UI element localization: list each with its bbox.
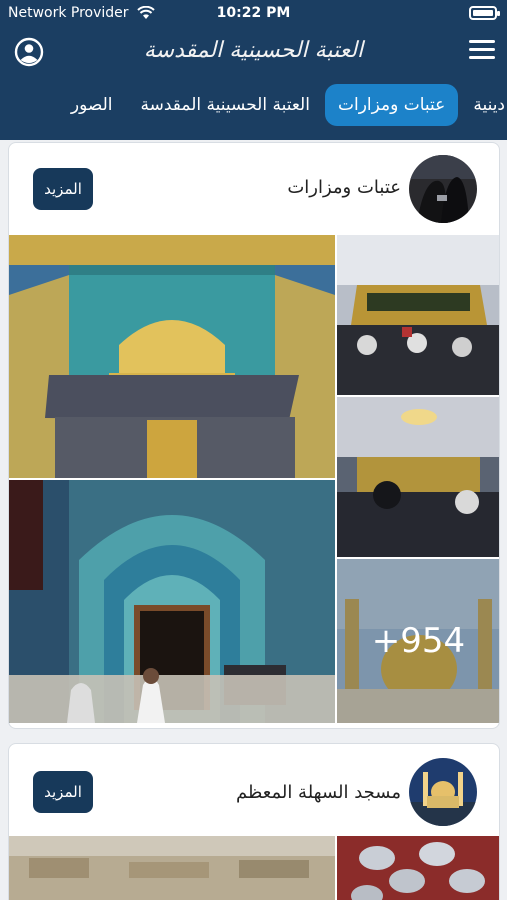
album-title[interactable]: عتبات ومزارات xyxy=(287,177,401,198)
photo-tile[interactable] xyxy=(337,235,499,395)
card-header: المزيد عتبات ومزارات xyxy=(9,143,499,235)
tab-religious-shrines[interactable]: عتبات دينية xyxy=(460,84,507,126)
more-photos-count: +954 xyxy=(337,559,499,723)
menu-line xyxy=(469,56,495,59)
app-logo: العتبة الحسينية المقدسة xyxy=(143,38,364,63)
menu-line xyxy=(469,40,495,43)
photo-tile[interactable] xyxy=(9,836,335,900)
photo-tile[interactable] xyxy=(9,235,335,478)
album-avatar[interactable] xyxy=(409,155,477,223)
photo-tile[interactable] xyxy=(9,480,335,723)
more-button[interactable]: المزيد xyxy=(33,168,93,210)
album-card: المزيد مسجد السهلة المعظم xyxy=(8,743,500,900)
album-avatar[interactable] xyxy=(409,758,477,826)
card-header: المزيد مسجد السهلة المعظم xyxy=(9,744,499,836)
hamburger-menu-icon[interactable] xyxy=(469,40,495,62)
tab-photos[interactable]: الصور xyxy=(58,84,126,126)
status-time: 10:22 PM xyxy=(216,5,291,21)
status-bar: Network Provider 10:22 PM xyxy=(0,0,507,28)
album-card: المزيد عتبات ومزارات +954 xyxy=(8,142,500,729)
tab-shrines-and-visits[interactable]: عتبات ومزارات xyxy=(324,84,459,126)
tab-husseini-shrine[interactable]: العتبة الحسينية المقدسة xyxy=(128,84,323,126)
menu-line xyxy=(469,48,495,51)
album-title[interactable]: مسجد السهلة المعظم xyxy=(236,782,401,803)
top-bar: العتبة الحسينية المقدسة xyxy=(0,28,507,76)
photo-tile[interactable] xyxy=(337,836,499,900)
battery-icon xyxy=(469,6,500,20)
photo-tile-more[interactable]: +954 xyxy=(337,559,499,723)
more-button[interactable]: المزيد xyxy=(33,771,93,813)
category-tabs: عتبات دينيةعتبات ومزاراتالعتبة الحسينية … xyxy=(0,82,507,128)
app-header: Network Provider 10:22 PM العتبة الحسيني… xyxy=(0,0,507,140)
photo-tile[interactable] xyxy=(337,397,499,557)
